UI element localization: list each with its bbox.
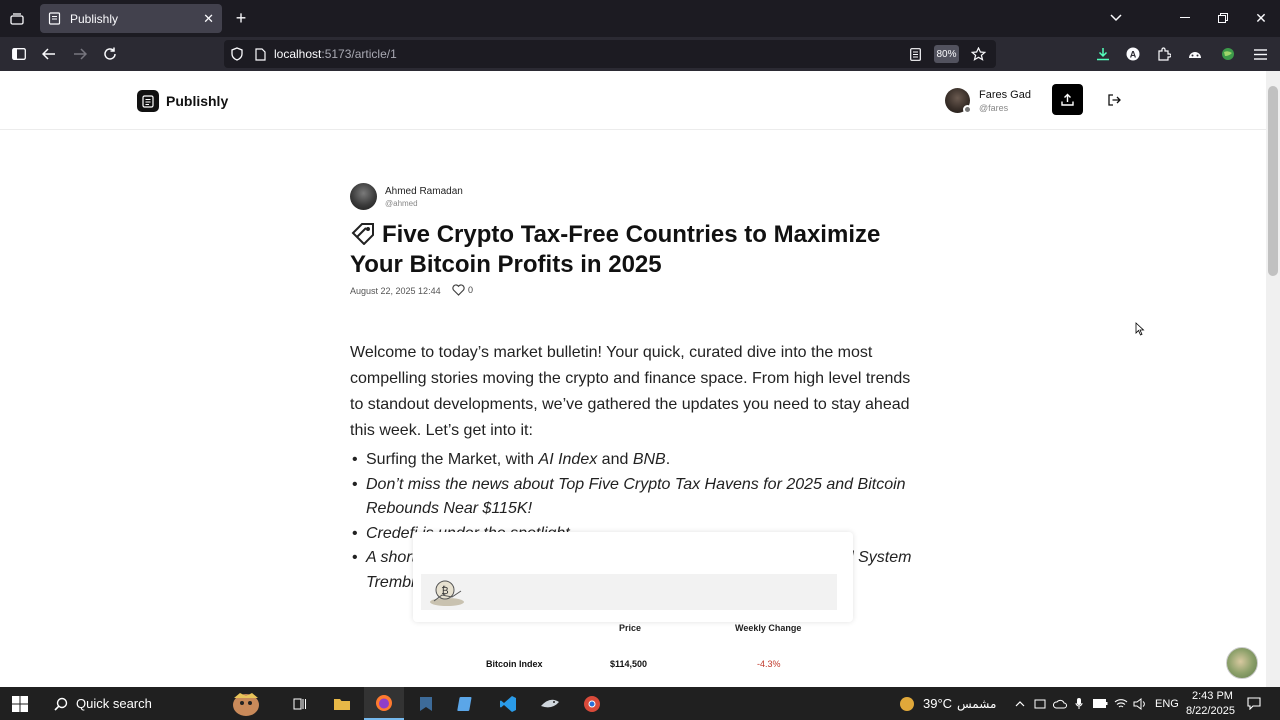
tray-cloud-icon[interactable]: [1051, 687, 1069, 720]
windows-start-icon[interactable]: [5, 687, 35, 720]
account-icon[interactable]: A: [1124, 45, 1142, 63]
upload-icon: [1061, 93, 1074, 106]
close-tab-icon[interactable]: ✕: [203, 11, 214, 27]
article-title-text: Five Crypto Tax-Free Countries to Maximi…: [350, 221, 881, 278]
url-text[interactable]: localhost:5173/article/1: [274, 47, 397, 61]
tab-title: Publishly: [70, 11, 119, 26]
minimize-icon[interactable]: [1176, 9, 1194, 27]
sidebar-toggle-icon[interactable]: [10, 45, 28, 63]
author-avatar[interactable]: [350, 183, 377, 210]
tray-chevron-icon[interactable]: [1012, 687, 1028, 720]
brand-name[interactable]: Publishly: [166, 93, 228, 109]
tray-app-icon[interactable]: [1032, 687, 1048, 720]
svg-text:A: A: [1130, 50, 1137, 60]
notes-app-icon[interactable]: [452, 687, 480, 720]
coin-price: $114,500: [610, 659, 648, 669]
article-intro: Welcome to today’s market bulletin! Your…: [350, 344, 911, 439]
zoom-level-badge[interactable]: 80%: [934, 45, 959, 63]
globe-extension-icon[interactable]: [1219, 45, 1237, 63]
scrollbar-thumb[interactable]: [1268, 86, 1278, 276]
weather-temp[interactable]: 39°C: [923, 696, 952, 711]
new-tab-icon[interactable]: +: [232, 8, 250, 28]
bitcoin-index-image: ₿: [428, 577, 466, 607]
close-window-icon[interactable]: ✕: [1252, 9, 1270, 27]
logout-icon: [1107, 94, 1121, 106]
mouse-cursor-icon: [1135, 322, 1145, 341]
volume-icon[interactable]: [1131, 687, 1149, 720]
restore-icon[interactable]: [1214, 9, 1232, 27]
coin-name: Bitcoin Index: [486, 659, 543, 669]
back-icon[interactable]: [40, 45, 58, 63]
extensions-icon[interactable]: [1155, 45, 1173, 63]
shield-icon[interactable]: [228, 45, 246, 63]
weather-icon[interactable]: [897, 687, 917, 720]
list-tabs-icon[interactable]: [1106, 9, 1126, 27]
publish-date: August 22, 2025 12:44: [350, 286, 441, 296]
logout-button[interactable]: [1100, 86, 1128, 114]
tax-tag-icon: [350, 221, 376, 251]
vpn-extension-icon[interactable]: [1186, 45, 1204, 63]
firefox-taskbar-icon[interactable]: [364, 687, 404, 720]
db-app-icon[interactable]: [536, 687, 564, 720]
tab-overview-icon[interactable]: [8, 10, 26, 28]
browser-tab[interactable]: Publishly ✕: [40, 4, 222, 33]
page-icon: [48, 12, 61, 25]
floating-assistant-icon[interactable]: [1226, 647, 1258, 679]
upload-button[interactable]: [1052, 84, 1083, 115]
notifications-icon[interactable]: [1244, 687, 1264, 720]
publishly-logo-icon[interactable]: [137, 90, 159, 112]
list-item: Surfing the Market, with AI Index and BN…: [350, 448, 920, 473]
forward-icon: [71, 45, 89, 63]
reload-icon[interactable]: [101, 45, 119, 63]
reader-view-icon[interactable]: [906, 45, 924, 63]
like-button[interactable]: 0: [452, 284, 473, 296]
page-info-icon[interactable]: [252, 45, 268, 63]
clock-date[interactable]: 8/22/2025: [1186, 705, 1235, 717]
wifi-icon[interactable]: [1112, 687, 1130, 720]
weekly-change-header: Weekly Change: [735, 623, 802, 633]
search-highlight-icon[interactable]: [226, 687, 266, 720]
table-row: [421, 574, 837, 610]
file-explorer-icon[interactable]: [329, 687, 355, 720]
search-label: Quick search: [76, 696, 152, 711]
heart-icon: [452, 284, 465, 296]
user-handle: @fares: [979, 103, 1009, 113]
weather-description[interactable]: مشمس: [957, 697, 996, 711]
author-name[interactable]: Ahmed Ramadan: [385, 186, 463, 197]
microphone-icon[interactable]: [1072, 687, 1086, 720]
search-icon: [54, 697, 68, 711]
app-taskbar-icon[interactable]: [412, 687, 440, 720]
menu-icon[interactable]: [1251, 45, 1269, 63]
taskbar-search[interactable]: Quick search: [50, 687, 200, 720]
bookmark-star-icon[interactable]: [969, 45, 987, 63]
price-header: Price: [619, 623, 642, 633]
downloads-icon[interactable]: [1094, 45, 1112, 63]
language-indicator[interactable]: ENG: [1155, 698, 1179, 710]
article-title: Five Crypto Tax-Free Countries to Maximi…: [350, 221, 920, 278]
coin-weekly-change: -4.3%: [757, 659, 781, 669]
status-indicator: [963, 105, 972, 114]
list-item: Don’t miss the news about Top Five Crypt…: [350, 473, 920, 522]
like-count: 0: [468, 285, 474, 295]
vscode-icon[interactable]: [494, 687, 522, 720]
user-name[interactable]: Fares Gad: [979, 89, 1031, 101]
chrome-app-icon[interactable]: [578, 687, 606, 720]
clock-time[interactable]: 2:43 PM: [1192, 690, 1233, 702]
battery-icon[interactable]: [1091, 687, 1109, 720]
task-view-icon[interactable]: [286, 687, 314, 720]
author-handle: @ahmed: [385, 199, 418, 208]
